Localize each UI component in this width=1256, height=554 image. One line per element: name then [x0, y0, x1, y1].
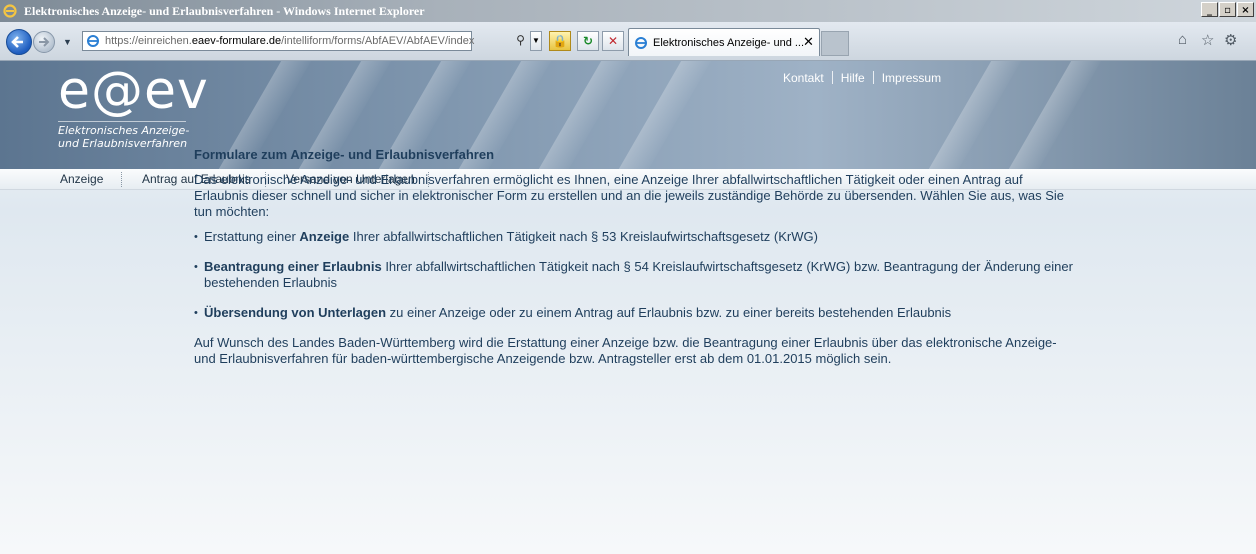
- list-item: Erstattung einer Anzeige Ihrer abfallwir…: [194, 229, 1074, 245]
- options-list: Erstattung einer Anzeige Ihrer abfallwir…: [194, 229, 1074, 321]
- intro-text: Das elektronische Anzeige- und Erlaubnis…: [194, 172, 1065, 219]
- notice-text: Auf Wunsch des Landes Baden-Württemberg …: [194, 335, 1057, 366]
- tab-page-icon: [635, 37, 647, 49]
- browser-navbar: ▼ https://einreichen.eaev-formulare.de/i…: [0, 22, 1256, 61]
- anzeige-link[interactable]: Anzeige: [299, 229, 349, 244]
- option-text: zu einer Anzeige oder zu einem Antrag au…: [386, 305, 952, 320]
- window-titlebar: Elektronisches Anzeige- und Erlaubnisver…: [0, 0, 1256, 22]
- option-text: Ihrer abfallwirtschaftlichen Tätigkeit n…: [349, 229, 818, 244]
- uebersendung-von-unterlagen-link[interactable]: Übersendung von Unterlagen: [204, 305, 386, 320]
- logo-subtitle-line1: Elektronisches Anzeige-: [58, 124, 190, 137]
- history-dropdown-icon[interactable]: ▼: [63, 37, 72, 47]
- home-icon[interactable]: ⌂: [1178, 31, 1187, 48]
- back-button[interactable]: [6, 29, 32, 55]
- minimize-button[interactable]: _: [1201, 2, 1218, 17]
- tab-close-icon[interactable]: ✕: [803, 34, 814, 50]
- browser-tab[interactable]: Elektronisches Anzeige- und ... ✕: [628, 28, 820, 56]
- main-content: Formulare zum Anzeige- und Erlaubnisverf…: [194, 147, 1074, 367]
- site-logo[interactable]: e@ev: [58, 61, 209, 121]
- topnav-separator: [872, 71, 874, 84]
- list-item: Übersendung von Unterlagen zu einer Anze…: [194, 305, 1074, 321]
- new-tab-button[interactable]: [821, 31, 849, 56]
- list-item: Beantragung einer Erlaubnis Ihrer abfall…: [194, 259, 1074, 291]
- forward-arrow-icon: [39, 37, 50, 47]
- lock-icon[interactable]: 🔒: [549, 31, 571, 51]
- menu-separator: [121, 172, 122, 187]
- hilfe-link[interactable]: Hilfe: [841, 71, 865, 85]
- beantragung-einer-erlaubnis-link[interactable]: Beantragung einer Erlaubnis: [204, 259, 382, 274]
- forward-button[interactable]: [33, 31, 55, 53]
- page-title: Formulare zum Anzeige- und Erlaubnisverf…: [194, 147, 495, 162]
- window-title: Elektronisches Anzeige- und Erlaubnisver…: [24, 4, 425, 18]
- tab-label: Elektronisches Anzeige- und ...: [653, 37, 805, 49]
- star-icon[interactable]: ☆: [1201, 31, 1214, 49]
- option-text: Erstattung einer: [204, 229, 300, 244]
- top-navigation: Kontakt Hilfe Impressum: [783, 71, 941, 85]
- logo-divider: [58, 121, 186, 122]
- refresh-icon[interactable]: ↻: [577, 31, 599, 51]
- page-icon: [87, 35, 99, 47]
- kontakt-link[interactable]: Kontakt: [783, 71, 824, 85]
- stop-icon[interactable]: ✕: [602, 31, 624, 51]
- menu-item-anzeige[interactable]: Anzeige: [60, 169, 103, 189]
- ie-logo-icon: [3, 4, 17, 18]
- impressum-link[interactable]: Impressum: [882, 71, 941, 85]
- address-bar[interactable]: https://einreichen.eaev-formulare.de/int…: [82, 31, 474, 51]
- gear-icon[interactable]: ⚙: [1224, 31, 1237, 49]
- maximize-button[interactable]: ▫: [1219, 2, 1236, 17]
- address-dropdown-icon[interactable]: ▼: [530, 31, 542, 51]
- close-window-button[interactable]: ×: [1237, 2, 1254, 17]
- topnav-separator: [831, 71, 833, 84]
- url-text[interactable]: https://einreichen.eaev-formulare.de/int…: [105, 33, 474, 49]
- logo-subtitle-line2: und Erlaubnisverfahren: [58, 137, 188, 150]
- search-icon[interactable]: ⚲: [511, 31, 530, 51]
- back-arrow-icon: [11, 36, 23, 48]
